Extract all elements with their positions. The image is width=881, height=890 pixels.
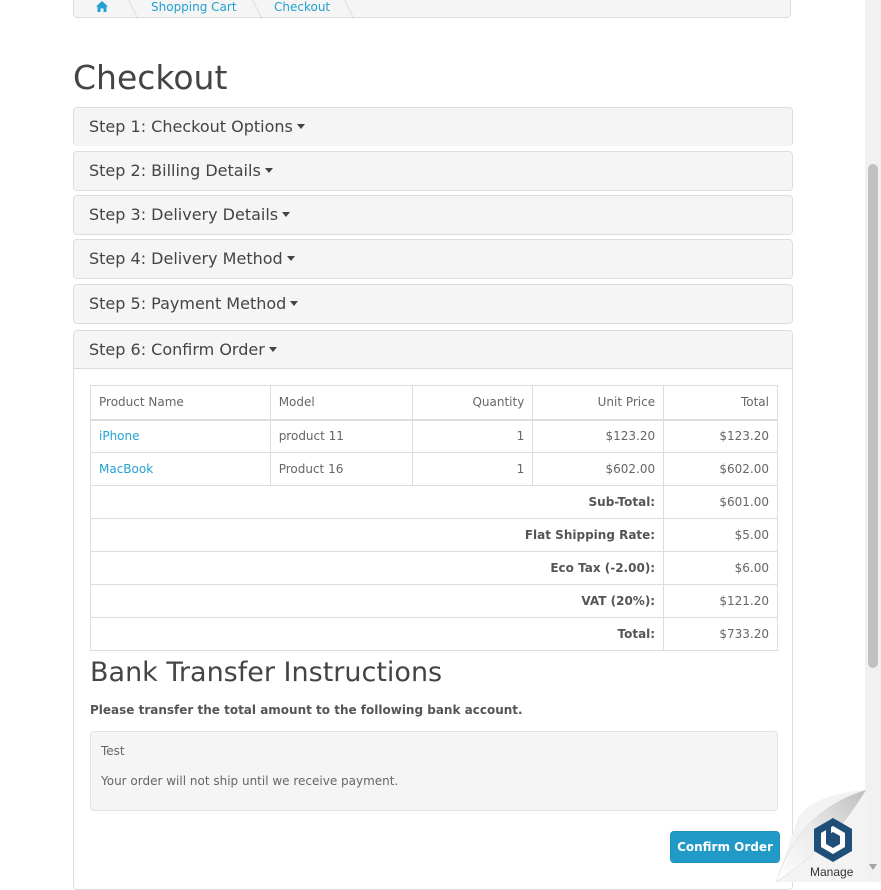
step-5-panel: Step 5: Payment Method <box>73 284 793 324</box>
unit-price-cell: $602.00 <box>532 452 665 486</box>
manage-label[interactable]: Manage <box>810 865 853 879</box>
caret-down-icon <box>296 124 305 129</box>
bank-transfer-title: Bank Transfer Instructions <box>90 657 443 688</box>
eco-tax-value: $6.00 <box>663 551 778 585</box>
model-cell: Product 16 <box>269 452 414 486</box>
home-icon[interactable] <box>96 1 108 12</box>
step-1-panel: Step 1: Checkout Options <box>73 107 793 146</box>
step-1-heading[interactable]: Step 1: Checkout Options <box>74 108 792 146</box>
product-link[interactable]: MacBook <box>99 462 153 476</box>
grand-total-label: Total: <box>89 617 665 651</box>
column-header-total: Total <box>663 385 778 421</box>
subtotal-label: Sub-Total: <box>89 485 665 519</box>
step-2-label[interactable]: Step 2: Billing Details <box>89 161 261 180</box>
caret-down-icon <box>282 212 291 217</box>
bank-transfer-instruction: Please transfer the total amount to the … <box>90 703 523 717</box>
product-link[interactable]: iPhone <box>99 429 140 443</box>
quantity-cell: 1 <box>412 452 534 486</box>
caret-down-icon <box>286 256 295 261</box>
column-header-quantity: Quantity <box>412 385 534 421</box>
table-row: iPhone product 11 1 $123.20 $123.20 <box>90 419 778 453</box>
bank-transfer-details-box: Test Your order will not ship until we r… <box>90 731 778 811</box>
step-3-panel: Step 3: Delivery Details <box>73 195 793 235</box>
grand-total-value: $733.20 <box>663 617 778 651</box>
step-4-heading[interactable]: Step 4: Delivery Method <box>74 240 792 278</box>
step-3-label[interactable]: Step 3: Delivery Details <box>89 205 278 224</box>
step-2-panel: Step 2: Billing Details <box>73 151 793 191</box>
product-name-cell: MacBook <box>90 452 271 486</box>
order-table: Product Name Model Quantity Unit Price T… <box>89 385 778 651</box>
breadcrumb-shopping-cart[interactable]: Shopping Cart <box>151 0 237 15</box>
table-header-row: Product Name Model Quantity Unit Price T… <box>90 385 778 421</box>
scrollbar-thumb[interactable] <box>868 164 878 668</box>
page-title: Checkout <box>73 58 228 97</box>
breadcrumb-separator <box>127 0 139 19</box>
unit-price-cell: $123.20 <box>532 419 665 453</box>
breadcrumb: Shopping Cart Checkout <box>73 0 791 19</box>
column-header-model: Model <box>269 385 414 421</box>
vat-label: VAT (20%): <box>89 584 665 618</box>
subtotal-value: $601.00 <box>663 485 778 519</box>
step-4-panel: Step 4: Delivery Method <box>73 239 793 279</box>
caret-down-icon <box>268 347 277 352</box>
subtotal-row: Sub-Total: $601.00 <box>89 485 778 519</box>
caret-down-icon <box>290 301 299 306</box>
grand-total-row: Total: $733.20 <box>89 617 778 651</box>
breadcrumb-checkout[interactable]: Checkout <box>274 0 330 15</box>
bank-account-details: Test <box>101 744 125 758</box>
total-cell: $602.00 <box>663 452 778 486</box>
caret-down-icon <box>264 168 273 173</box>
payment-note: Your order will not ship until we receiv… <box>101 774 399 788</box>
step-6-label[interactable]: Step 6: Confirm Order <box>89 340 265 359</box>
product-name-cell: iPhone <box>90 419 271 453</box>
vat-value: $121.20 <box>663 584 778 618</box>
step-4-label[interactable]: Step 4: Delivery Method <box>89 249 283 268</box>
step-6-heading[interactable]: Step 6: Confirm Order <box>74 331 792 369</box>
step-1-label[interactable]: Step 1: Checkout Options <box>89 117 293 136</box>
scroll-down-arrow-icon[interactable] <box>869 864 877 870</box>
step-6-panel: Step 6: Confirm Order Product Name Model… <box>73 330 793 890</box>
shipping-row: Flat Shipping Rate: $5.00 <box>89 518 778 552</box>
vat-row: VAT (20%): $121.20 <box>89 584 778 618</box>
step-2-heading[interactable]: Step 2: Billing Details <box>74 152 792 190</box>
eco-tax-label: Eco Tax (-2.00): <box>89 551 665 585</box>
manage-logo-icon[interactable] <box>812 816 854 864</box>
column-header-product-name: Product Name <box>90 385 271 421</box>
confirm-order-button[interactable]: Confirm Order <box>670 831 780 863</box>
quantity-cell: 1 <box>412 419 534 453</box>
total-cell: $123.20 <box>663 419 778 453</box>
step-5-heading[interactable]: Step 5: Payment Method <box>74 285 792 323</box>
model-cell: product 11 <box>269 419 414 453</box>
shipping-label: Flat Shipping Rate: <box>89 518 665 552</box>
eco-tax-row: Eco Tax (-2.00): $6.00 <box>89 551 778 585</box>
table-row: MacBook Product 16 1 $602.00 $602.00 <box>90 452 778 486</box>
column-header-unit-price: Unit Price <box>532 385 665 421</box>
breadcrumb-separator <box>343 0 355 19</box>
step-3-heading[interactable]: Step 3: Delivery Details <box>74 196 792 234</box>
shipping-value: $5.00 <box>663 518 778 552</box>
breadcrumb-separator <box>251 0 263 19</box>
step-5-label[interactable]: Step 5: Payment Method <box>89 294 286 313</box>
